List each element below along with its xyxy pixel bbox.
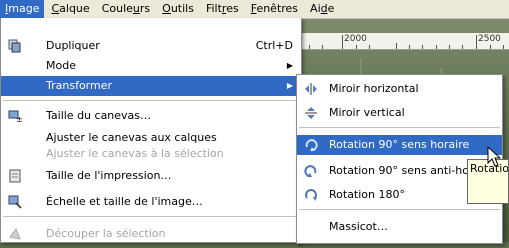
menu-item-label: Ajuster le canevas à la sélection <box>46 147 224 160</box>
menu-item-ajuster-selection[interactable]: Ajuster le canevas à la sélection <box>1 144 301 164</box>
menu-item-transformer[interactable]: Transformer ▶ <box>1 76 301 96</box>
rotate-ccw-icon <box>304 164 318 178</box>
canvas-size-icon: ± <box>8 109 23 124</box>
menubar: Image Calque Couleurs Outils Filtres Fen… <box>0 0 509 19</box>
rotate-180-icon <box>304 188 318 202</box>
menu-aide[interactable]: Aide <box>305 0 339 18</box>
menu-couleurs[interactable]: Couleurs <box>97 0 155 18</box>
submenu-arrow-icon: ▶ <box>286 81 293 90</box>
menu-item-miroir-vertical[interactable]: Miroir vertical <box>297 103 502 123</box>
menu-filtres[interactable]: Filtres <box>201 0 244 18</box>
shortcut: Ctrl+D <box>255 39 293 52</box>
menu-item-label: Échelle et taille de l'image… <box>46 195 203 208</box>
menu-item-label: Miroir vertical <box>329 106 405 119</box>
ruler-label: 2500 <box>478 34 501 44</box>
menu-item-echelle-taille[interactable]: Échelle et taille de l'image… <box>1 192 301 212</box>
menu-item-dupliquer[interactable]: Dupliquer Ctrl+D <box>1 36 301 56</box>
menu-item-label: Mode <box>46 59 76 72</box>
separator <box>3 216 299 217</box>
separator <box>3 100 299 101</box>
menu-item-label: Massicot… <box>329 220 388 233</box>
menu-fenetres[interactable]: Fenêtres <box>246 0 303 18</box>
menu-outils[interactable]: Outils <box>157 0 199 18</box>
submenu-arrow-icon: ▶ <box>286 61 293 70</box>
menu-item-decouper-selection[interactable]: Découper la sélection <box>1 224 301 244</box>
separator <box>299 127 500 128</box>
mouse-pointer-icon <box>487 145 505 170</box>
menu-calque[interactable]: Calque <box>46 0 94 18</box>
menu-item-label: Taille de l'impression… <box>46 169 172 182</box>
menu-item-miroir-horizontal[interactable]: Miroir horizontal <box>297 79 502 99</box>
duplicate-icon <box>8 39 22 53</box>
menu-item-massicot[interactable]: Massicot… <box>297 217 502 237</box>
ruler-label: 2000 <box>344 34 367 44</box>
menu-item-label: Miroir horizontal <box>329 82 419 95</box>
menu-item-label: Découper la sélection <box>46 227 166 240</box>
rotate-cw-icon <box>304 138 318 152</box>
horizontal-ruler: 2000 2500 <box>296 33 509 50</box>
menu-item-label: Rotation 90° sens horaire <box>329 138 470 151</box>
menu-image[interactable]: Image <box>0 0 45 18</box>
menu-item-taille-impression[interactable]: Taille de l'impression… <box>1 166 301 186</box>
menu-item-mode[interactable]: Mode ▶ <box>1 56 301 76</box>
menu-item-rotation-90-horaire[interactable]: Rotation 90° sens horaire <box>297 135 502 155</box>
image-menu: Dupliquer Ctrl+D Mode ▶ Transformer ▶ ± … <box>0 18 302 243</box>
menu-item-label: Dupliquer <box>46 39 100 52</box>
flip-vertical-icon <box>304 106 318 120</box>
scale-image-icon <box>8 195 22 209</box>
print-size-icon <box>8 169 22 183</box>
menu-item-label: Taille du canevas… <box>46 109 152 122</box>
menu-item-label: Rotation 180° <box>329 188 405 201</box>
separator <box>299 209 500 210</box>
menu-item-label: Transformer <box>46 79 113 92</box>
crop-icon <box>8 227 22 241</box>
svg-text:±: ± <box>16 115 22 123</box>
flip-horizontal-icon <box>304 82 318 96</box>
menu-item-taille-canevas[interactable]: ± Taille du canevas… <box>1 106 301 126</box>
